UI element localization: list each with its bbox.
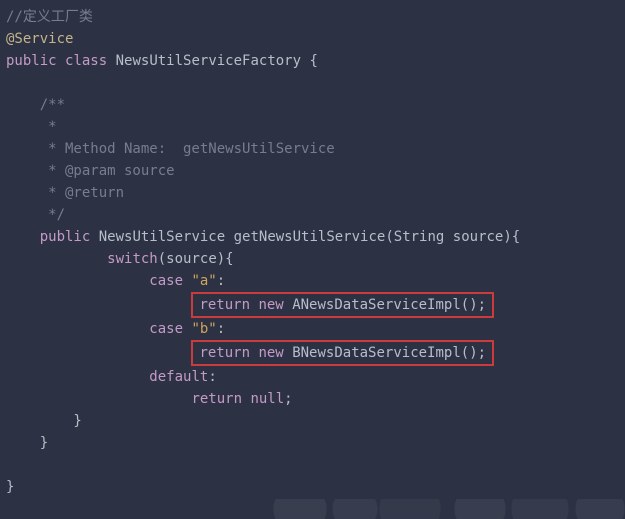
return-type: NewsUtilService	[99, 229, 225, 245]
call-end: ();	[461, 297, 486, 313]
colon: :	[217, 321, 225, 337]
keyword-return: return	[199, 345, 250, 361]
javadoc: * Method Name: getNewsUtilService	[6, 141, 335, 157]
brace-close-method: }	[6, 435, 48, 451]
javadoc: * @return	[6, 185, 124, 201]
brace-open: {	[309, 53, 317, 69]
string-literal-a: "a"	[191, 273, 216, 289]
keyword-return: return	[191, 391, 242, 407]
paren-open: (	[385, 229, 393, 245]
annotation-service: @Service	[6, 31, 73, 47]
keyword-switch: switch	[107, 251, 158, 267]
brace-close-class: }	[6, 479, 14, 495]
paren-open: (	[158, 251, 166, 267]
brace-close-switch: }	[6, 413, 82, 429]
keyword-new: new	[258, 297, 283, 313]
paren-close-brace: ){	[217, 251, 234, 267]
string-literal-b: "b"	[191, 321, 216, 337]
null-literal: null	[250, 391, 284, 407]
javadoc: *	[6, 119, 57, 135]
method-name: getNewsUtilService	[234, 229, 386, 245]
colon: :	[208, 369, 216, 385]
keyword-public: public	[40, 229, 91, 245]
class-a-impl: ANewsDataServiceImpl	[292, 297, 461, 313]
call-end: ();	[461, 345, 486, 361]
keyword-return: return	[199, 297, 250, 313]
keyword-default: default	[149, 369, 208, 385]
keyword-class: class	[65, 53, 107, 69]
keyword-case: case	[149, 321, 183, 337]
javadoc: * @param source	[6, 163, 175, 179]
keyword-case: case	[149, 273, 183, 289]
paren-close-brace: ){	[503, 229, 520, 245]
switch-expr: source	[166, 251, 217, 267]
highlight-box-a: return new ANewsDataServiceImpl();	[191, 292, 494, 318]
javadoc: */	[6, 207, 65, 223]
comment-line: //定义工厂类	[6, 9, 93, 25]
class-b-impl: BNewsDataServiceImpl	[292, 345, 461, 361]
javadoc: /**	[6, 97, 65, 113]
highlight-box-b: return new BNewsDataServiceImpl();	[191, 340, 494, 366]
semicolon: ;	[284, 391, 292, 407]
param-type: String	[394, 229, 445, 245]
class-name: NewsUtilServiceFactory	[116, 53, 301, 69]
footer-watermark	[0, 499, 625, 519]
keyword-public: public	[6, 53, 57, 69]
keyword-new: new	[258, 345, 283, 361]
code-block: //定义工厂类 @Service public class NewsUtilSe…	[0, 0, 625, 498]
colon: :	[217, 273, 225, 289]
param-name: source	[453, 229, 504, 245]
